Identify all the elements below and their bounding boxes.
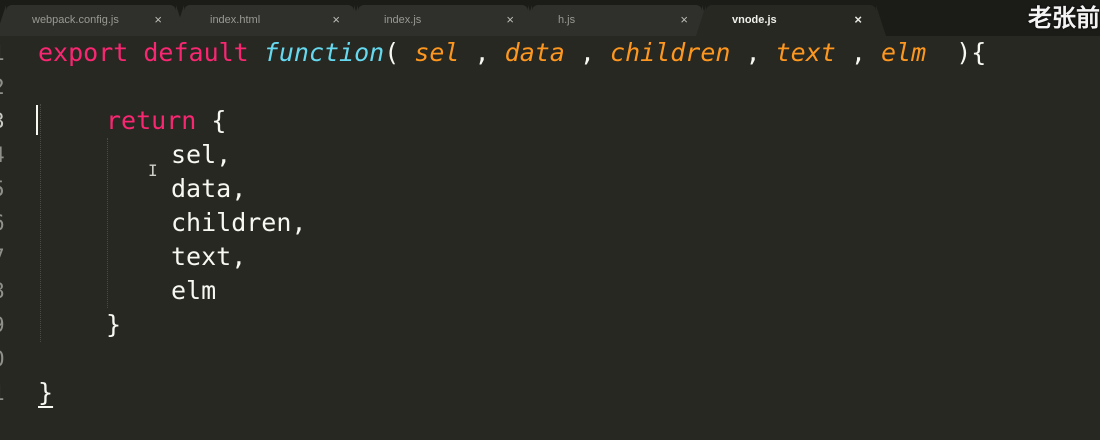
open-brace: { bbox=[196, 106, 227, 135]
line-number: 0 bbox=[0, 342, 12, 376]
param-children: children bbox=[610, 38, 731, 67]
separator: , bbox=[730, 38, 776, 67]
param-elm: elm bbox=[880, 38, 927, 67]
tab-label: h.js bbox=[558, 14, 576, 26]
tab-index-js[interactable]: index.js × bbox=[348, 5, 538, 36]
tab-index-html[interactable]: index.html × bbox=[174, 5, 364, 36]
param-sel: sel bbox=[414, 38, 460, 67]
close-icon[interactable]: × bbox=[332, 12, 340, 27]
tab-webpack-config[interactable]: webpack.config.js × bbox=[0, 5, 186, 36]
line-number: 8 bbox=[0, 274, 12, 308]
code-editor[interactable]: 1 2 3 4 5 6 7 8 9 0 1 export default fun… bbox=[0, 36, 1100, 440]
line-number: 6 bbox=[0, 206, 12, 240]
code-line-1: export default function( sel , data , ch… bbox=[38, 36, 986, 70]
line-number: 1 bbox=[0, 376, 12, 410]
tab-bar: webpack.config.js × index.html × index.j… bbox=[0, 0, 1100, 36]
line-number: 1 bbox=[0, 36, 12, 70]
close-icon[interactable]: × bbox=[854, 12, 862, 27]
indent-guide bbox=[107, 138, 108, 308]
tab-label: vnode.js bbox=[732, 14, 777, 26]
code-line-5: data, bbox=[171, 174, 247, 203]
text-caret bbox=[36, 105, 38, 135]
close-icon[interactable]: × bbox=[506, 12, 514, 27]
code-line-3: return { bbox=[106, 104, 226, 138]
param-text: text bbox=[775, 38, 836, 67]
tab-vnode-js[interactable]: vnode.js × bbox=[696, 5, 886, 36]
code-line-8: elm bbox=[171, 276, 217, 305]
line-number: 2 bbox=[0, 70, 12, 104]
line-number: 3 bbox=[0, 104, 12, 138]
line-number: 7 bbox=[0, 240, 12, 274]
code-line-9: } bbox=[106, 310, 122, 339]
code-line-11: } bbox=[38, 378, 54, 407]
close-icon[interactable]: × bbox=[680, 12, 688, 27]
tab-label: index.js bbox=[384, 14, 422, 26]
code-line-4: sel, bbox=[171, 140, 232, 169]
separator: , bbox=[564, 38, 611, 67]
close-paren-brace: ){ bbox=[926, 38, 987, 67]
code-line-6: children, bbox=[171, 208, 307, 237]
keyword-export: export bbox=[38, 38, 129, 67]
param-data: data bbox=[504, 38, 565, 67]
watermark: 老张前 bbox=[1028, 4, 1100, 32]
keyword-function: function bbox=[263, 38, 385, 67]
tab-label: index.html bbox=[210, 14, 261, 26]
tab-label: webpack.config.js bbox=[32, 14, 119, 26]
close-icon[interactable]: × bbox=[154, 12, 162, 27]
code-line-7: text, bbox=[171, 242, 247, 271]
keyword-return: return bbox=[106, 106, 197, 135]
indent-guide bbox=[40, 104, 41, 342]
separator: , bbox=[459, 38, 505, 67]
open-paren: ( bbox=[384, 38, 415, 67]
line-number: 4 bbox=[0, 138, 12, 172]
separator: , bbox=[835, 38, 881, 67]
keyword-default: default bbox=[143, 38, 249, 67]
line-number: 9 bbox=[0, 308, 12, 342]
tab-h-js[interactable]: h.js × bbox=[522, 5, 712, 36]
ibeam-cursor-icon: I bbox=[148, 161, 158, 180]
line-number: 5 bbox=[0, 172, 12, 206]
